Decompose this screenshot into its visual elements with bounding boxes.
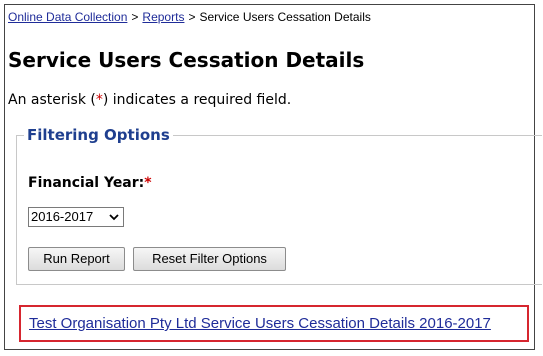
breadcrumb-separator: > — [131, 10, 139, 24]
report-download-link[interactable]: Test Organisation Pty Ltd Service Users … — [29, 315, 491, 332]
chevron-down-icon — [109, 214, 119, 221]
run-report-button[interactable]: Run Report — [28, 247, 125, 271]
financial-year-label: Financial Year:* — [28, 175, 152, 191]
breadcrumb-link-reports[interactable]: Reports — [142, 10, 184, 24]
breadcrumb-link-online-data-collection[interactable]: Online Data Collection — [8, 10, 127, 24]
required-note-prefix: An asterisk ( — [8, 92, 96, 108]
financial-year-label-text: Financial Year: — [28, 175, 145, 191]
required-note-suffix: ) indicates a required field. — [102, 92, 292, 108]
financial-year-select[interactable]: 2016-2017 — [28, 207, 124, 227]
breadcrumb: Online Data Collection > Reports > Service U… — [8, 10, 371, 24]
page-title: Service Users Cessation Details — [8, 48, 365, 72]
required-asterisk: * — [95, 92, 103, 108]
breadcrumb-current-page: Service Users Cessation Details — [199, 10, 371, 24]
financial-year-selected-value: 2016-2017 — [31, 209, 94, 224]
filtering-options-legend: Filtering Options — [24, 126, 173, 144]
required-field-note: An asterisk (*) indicates a required fie… — [8, 92, 291, 108]
report-result-highlight: Test Organisation Pty Ltd Service Users … — [19, 305, 529, 342]
breadcrumb-separator: > — [188, 10, 196, 24]
required-asterisk: * — [144, 175, 152, 191]
reset-filter-options-button[interactable]: Reset Filter Options — [133, 247, 286, 271]
